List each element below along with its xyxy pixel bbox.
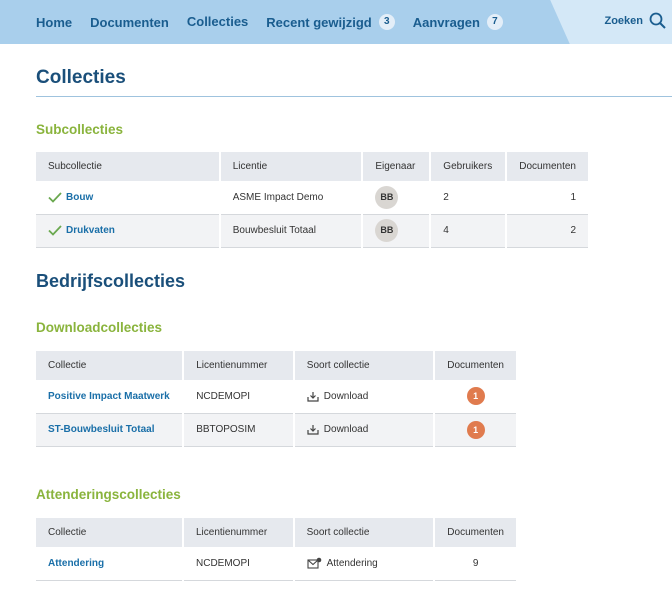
download-icon xyxy=(307,391,319,402)
nav-item-home[interactable]: Home xyxy=(36,15,72,30)
subcollectie-link[interactable]: Drukvaten xyxy=(66,225,115,236)
licentie-cell: Bouwbesluit Totaal xyxy=(219,214,364,248)
column-header[interactable]: Soort collectie xyxy=(293,351,436,380)
top-navigation: Home Documenten Collecties Recent gewijz… xyxy=(0,0,672,44)
nav-item-aanvragen[interactable]: Aanvragen 7 xyxy=(413,14,503,30)
attenderingscollecties-table: Collectie Licentienummer Soort collectie… xyxy=(36,518,516,581)
column-header[interactable]: Documenten xyxy=(434,518,516,547)
nav-item-label: Aanvragen xyxy=(412,14,480,30)
count-badge: 3 xyxy=(378,14,395,30)
table-header-row: Subcollectie Licentie Eigenaar Gebruiker… xyxy=(36,152,588,181)
licentienummer-cell: NCDEMOPI xyxy=(183,547,295,581)
licentienummer-cell: NCDEMOPI xyxy=(183,380,295,414)
search-label: Zoeken xyxy=(604,14,643,27)
nav-item-documenten[interactable]: Documenten xyxy=(90,15,169,30)
soort-label: Download xyxy=(323,424,369,435)
soort-label: Download xyxy=(323,390,369,402)
check-icon xyxy=(48,225,62,236)
downloadcollecties-heading: Downloadcollecties xyxy=(36,320,163,335)
table-header-row: Collectie Licentienummer Soort collectie… xyxy=(36,518,516,547)
table-row: Bouw ASME Impact Demo BB 2 1 xyxy=(36,181,588,215)
subcollecties-heading: Subcollecties xyxy=(36,122,124,137)
nav-item-label: Collecties xyxy=(186,13,249,29)
collectie-link[interactable]: ST-Bouwbesluit Totaal xyxy=(48,424,154,435)
table-row: ST-Bouwbesluit Totaal BBTOPOSIM Download… xyxy=(36,413,516,447)
gebruikers-cell: 4 xyxy=(430,214,508,248)
subcollectie-link[interactable]: Bouw xyxy=(66,192,93,203)
title-divider xyxy=(36,96,672,97)
documenten-cell: 1 xyxy=(506,181,588,215)
search-icon xyxy=(649,12,666,29)
soort-label: Attendering xyxy=(326,557,378,569)
owner-avatar: BB xyxy=(375,185,399,209)
documenten-cell: 9 xyxy=(434,547,516,581)
subcollecties-table: Subcollectie Licentie Eigenaar Gebruiker… xyxy=(36,152,588,248)
licentienummer-cell: BBTOPOSIM xyxy=(183,413,295,447)
column-header[interactable]: Collectie xyxy=(36,351,185,380)
column-header[interactable]: Licentienummer xyxy=(183,351,295,380)
nav-item-label: Recent gewijzigd xyxy=(266,14,372,30)
collectie-link[interactable]: Attendering xyxy=(48,558,104,569)
mail-bell-icon xyxy=(307,557,321,569)
column-header[interactable]: Soort collectie xyxy=(293,518,436,547)
column-header[interactable]: Gebruikers xyxy=(430,152,508,181)
column-header[interactable]: Subcollectie xyxy=(36,152,221,181)
check-icon xyxy=(48,192,62,203)
column-header[interactable]: Documenten xyxy=(506,152,588,181)
documenten-count-badge: 1 xyxy=(466,387,485,406)
downloadcollecties-table: Collectie Licentienummer Soort collectie… xyxy=(36,351,516,447)
count-badge: 7 xyxy=(486,14,503,30)
licentie-cell: ASME Impact Demo xyxy=(219,181,364,215)
table-row: Attendering NCDEMOPI Attendering 9 xyxy=(36,547,516,581)
table-row: Positive Impact Maatwerk NCDEMOPI Downlo… xyxy=(36,380,516,414)
collectie-link[interactable]: Positive Impact Maatwerk xyxy=(48,391,170,402)
column-header[interactable]: Eigenaar xyxy=(362,152,432,181)
column-header[interactable]: Licentie xyxy=(219,152,364,181)
nav-item-label: Documenten xyxy=(90,14,169,30)
table-row: Drukvaten Bouwbesluit Totaal BB 4 2 xyxy=(36,214,588,248)
table-header-row: Collectie Licentienummer Soort collectie… xyxy=(36,351,516,380)
nav-item-recent-gewijzigd[interactable]: Recent gewijzigd 3 xyxy=(266,14,395,30)
attenderingscollecties-heading: Attenderingscollecties xyxy=(36,487,181,502)
bedrijfscollecties-heading: Bedrijfscollecties xyxy=(36,271,186,291)
download-icon xyxy=(307,425,319,435)
column-header[interactable]: Documenten xyxy=(434,351,516,380)
search-button[interactable]: Zoeken xyxy=(604,12,666,29)
owner-avatar: BB xyxy=(375,219,399,242)
nav-item-collecties[interactable]: Collecties xyxy=(187,14,248,31)
column-header[interactable]: Collectie xyxy=(36,518,184,547)
gebruikers-cell: 2 xyxy=(430,181,508,215)
documenten-cell: 2 xyxy=(506,214,588,248)
page-title: Collecties xyxy=(36,67,126,88)
nav-items: Home Documenten Collecties Recent gewijz… xyxy=(36,0,521,44)
documenten-count-badge: 1 xyxy=(466,420,485,439)
column-header[interactable]: Licentienummer xyxy=(183,518,295,547)
nav-item-label: Home xyxy=(36,14,73,30)
